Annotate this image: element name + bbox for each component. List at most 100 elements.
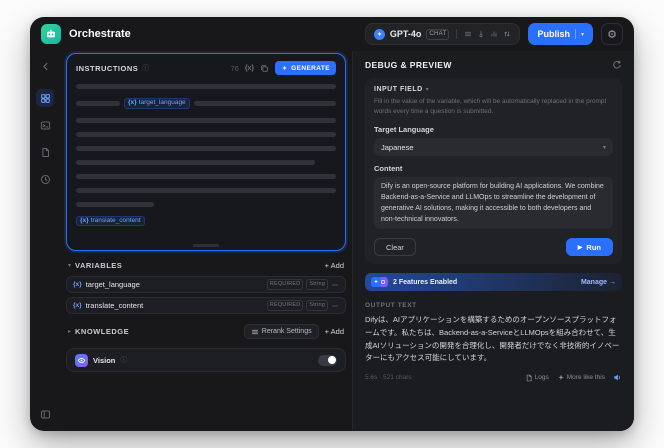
gear-icon: ⚙ [607,28,617,41]
variable-chip[interactable]: {x} target_language [124,98,190,109]
output-text: Difyは、AIアプリケーションを構築するためのオープンソースプラットフォームで… [365,315,620,363]
generate-button[interactable]: GENERATE [275,61,336,75]
rerank-settings-button[interactable]: Rerank Settings [243,324,319,339]
logs-label: Logs [534,374,549,382]
skeleton-line [76,100,120,106]
variable-row[interactable]: {x} translate_content REQUIRED String [66,297,346,314]
skeleton-line [76,187,336,193]
model-selector[interactable]: GPT-4o CHAT [364,23,521,45]
vision-toggle[interactable] [318,354,337,366]
generate-label: GENERATE [291,64,330,72]
arrow-right-icon: → [609,278,616,286]
type-badge: String [306,300,328,311]
nav-monitoring-icon[interactable] [36,170,54,188]
publish-button[interactable]: Publish ▾ [528,23,593,45]
publish-label: Publish [537,29,570,39]
target-language-label: Target Language [374,125,434,135]
chevron-down-icon: ▾ [580,31,584,38]
instructions-panel[interactable]: INSTRUCTIONS ⓘ 76 {x} GENERATE {x} targe… [66,53,346,251]
required-badge: REQUIRED [266,300,304,311]
clear-button[interactable]: Clear [374,238,416,257]
speaker-icon [613,373,622,382]
play-icon: ▶ [577,244,583,251]
variable-name: target_language [85,280,140,289]
model-mode-badge: CHAT [426,28,450,40]
nav-api-icon[interactable] [36,116,54,134]
skeleton-line [76,131,336,137]
instructions-title: INSTRUCTIONS [76,63,139,73]
add-knowledge-button[interactable]: + Add [325,327,344,336]
scroll-indicator[interactable] [193,244,219,247]
info-icon: ⓘ [142,64,150,72]
sparkle-icon [281,65,288,72]
prompt-line: {x} translate_content [76,215,336,226]
output-meta: 5.6s · 521 chars [365,374,412,382]
back-button[interactable] [36,57,54,75]
page-title: Orchestrate [69,28,131,40]
nav-logs-icon[interactable] [36,143,54,161]
more-like-this-label: More like this [566,374,605,382]
variable-icon: {x} [73,281,82,288]
variable-chip[interactable]: {x} translate_content [76,215,145,226]
char-count: 76 [230,63,239,73]
variable-chip-label: target_language [138,99,186,106]
knowledge-title: KNOWLEDGE [75,327,130,336]
vision-label: Vision [93,355,116,365]
manage-features-link[interactable]: Manage → [581,279,616,286]
tokens-icon[interactable] [490,30,498,38]
content-textarea[interactable]: Dify is an open-source platform for buil… [374,177,613,230]
knowledge-header: ▸ KNOWLEDGE Rerank Settings + Add [68,324,344,339]
input-field-toggle[interactable]: INPUT FIELD ▾ [374,86,613,93]
variable-icon: {x} [80,216,89,224]
type-badge: String [306,279,328,290]
features-bar[interactable]: 2 Features Enabled Manage → [365,273,622,292]
edit-variable-icon[interactable] [331,302,339,310]
vision-feature-row: Vision ⓘ [66,348,346,372]
chevron-down-icon: ▾ [425,87,429,93]
app-window: Orchestrate GPT-4o CHAT Publish ▾ ⚙ INST… [30,17,634,431]
instructions-header: INSTRUCTIONS ⓘ 76 {x} GENERATE [76,61,336,75]
skeleton-line [76,84,336,89]
run-label: Run [586,242,601,252]
refresh-button[interactable] [612,60,622,70]
divider [456,29,458,39]
swap-vertical-icon[interactable] [503,30,511,38]
output-text-title: OUTPUT TEXT [365,302,417,310]
topbar: Orchestrate GPT-4o CHAT Publish ▾ ⚙ [30,17,634,51]
nav-orchestrate-icon[interactable] [36,89,54,107]
divider [574,29,576,39]
app-settings-button[interactable]: ⚙ [601,23,623,45]
output-footer: 5.6s · 521 chars Logs More like this [365,373,622,382]
add-variable-button[interactable]: + Add [325,261,344,270]
vision-icon [75,353,88,367]
prompt-line: {x} target_language [76,98,336,109]
more-like-this-button[interactable]: More like this [557,374,605,382]
debug-preview-panel: DEBUG & PREVIEW INPUT FIELD ▾ Fill in th… [352,51,634,431]
collapse-sidebar-icon[interactable] [36,405,54,423]
variables-header: ▾ VARIABLES + Add [68,261,344,270]
debug-title: DEBUG & PREVIEW [365,60,452,70]
chevron-down-icon[interactable]: ▾ [68,262,71,269]
variable-row[interactable]: {x} target_language REQUIRED String [66,276,346,293]
insert-variable-icon[interactable]: {x} [245,65,254,72]
target-language-value: Japanese [381,142,414,152]
model-provider-icon [373,28,385,40]
desktop-background: Orchestrate GPT-4o CHAT Publish ▾ ⚙ INST… [0,0,664,448]
input-field-card: INPUT FIELD ▾ Fill in the value of the v… [365,78,622,265]
refresh-icon [612,60,622,70]
input-field-description: Fill in the value of the variable, which… [374,98,607,116]
required-badge: REQUIRED [266,279,304,290]
sliders-icon[interactable] [464,30,472,38]
target-language-select[interactable]: Japanese ▾ [374,138,613,157]
model-name: GPT-4o [389,29,422,39]
copy-icon[interactable] [260,64,269,73]
temperature-icon[interactable] [477,30,485,38]
logs-icon [525,374,533,382]
chevron-right-icon[interactable]: ▸ [68,328,71,335]
content-label: Content [374,164,403,174]
read-aloud-button[interactable] [613,373,622,382]
rerank-settings-label: Rerank Settings [261,328,312,335]
logs-button[interactable]: Logs [525,374,549,382]
run-button[interactable]: ▶ Run [565,238,613,257]
edit-variable-icon[interactable] [331,281,339,289]
